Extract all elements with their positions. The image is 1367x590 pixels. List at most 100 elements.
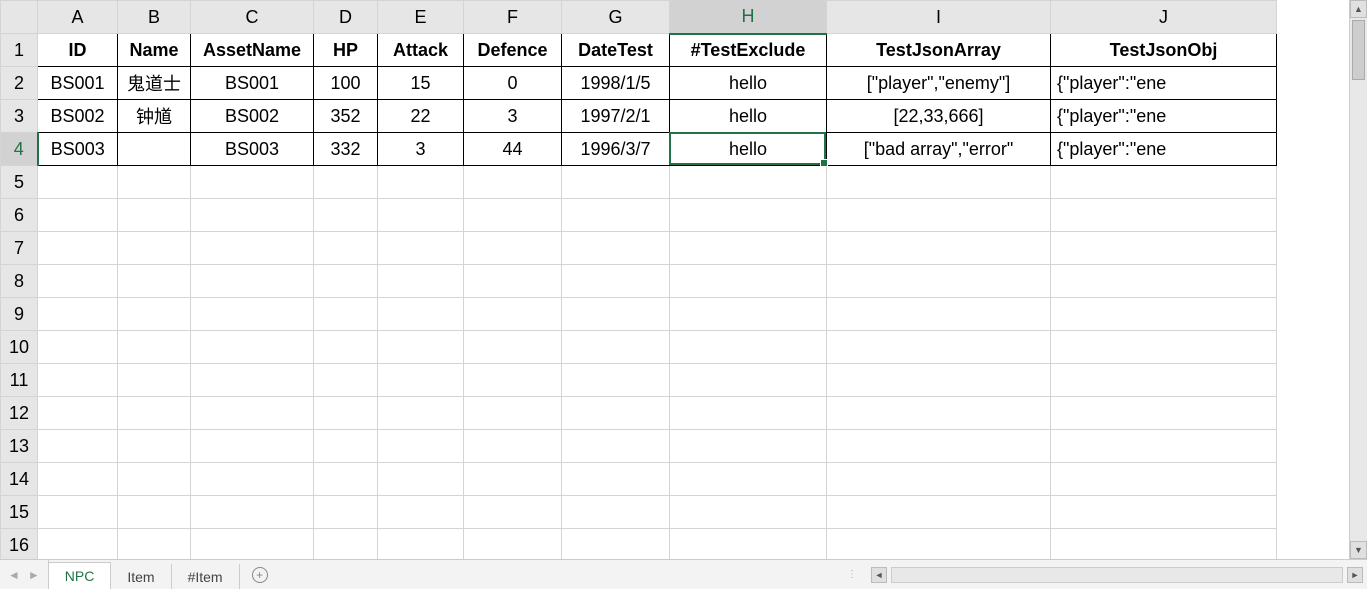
- cell-F11[interactable]: [464, 364, 562, 397]
- cell-C3[interactable]: BS002: [191, 100, 314, 133]
- cell-E16[interactable]: [378, 529, 464, 560]
- scroll-right-button[interactable]: ►: [1347, 567, 1363, 583]
- cell-I5[interactable]: [827, 166, 1051, 199]
- cell-B9[interactable]: [118, 298, 191, 331]
- cell-D5[interactable]: [314, 166, 378, 199]
- cell-E9[interactable]: [378, 298, 464, 331]
- cell-A9[interactable]: [38, 298, 118, 331]
- row-header-12[interactable]: 12: [1, 397, 38, 430]
- cell-E5[interactable]: [378, 166, 464, 199]
- cell-H10[interactable]: [670, 331, 827, 364]
- cell-H16[interactable]: [670, 529, 827, 560]
- cell-F2[interactable]: 0: [464, 67, 562, 100]
- cell-I15[interactable]: [827, 496, 1051, 529]
- cell-A11[interactable]: [38, 364, 118, 397]
- cell-D14[interactable]: [314, 463, 378, 496]
- vertical-scroll-track[interactable]: [1350, 18, 1367, 541]
- cell-E13[interactable]: [378, 430, 464, 463]
- cell-C11[interactable]: [191, 364, 314, 397]
- cell-H4[interactable]: hello: [670, 133, 827, 166]
- cell-J15[interactable]: [1051, 496, 1277, 529]
- cell-E1[interactable]: Attack: [378, 34, 464, 67]
- cell-G1[interactable]: DateTest: [562, 34, 670, 67]
- cell-B15[interactable]: [118, 496, 191, 529]
- cell-C2[interactable]: BS001: [191, 67, 314, 100]
- cell-J11[interactable]: [1051, 364, 1277, 397]
- cell-E15[interactable]: [378, 496, 464, 529]
- row-header-6[interactable]: 6: [1, 199, 38, 232]
- cell-H6[interactable]: [670, 199, 827, 232]
- cell-I2[interactable]: ["player","enemy"]: [827, 67, 1051, 100]
- column-header-B[interactable]: B: [118, 1, 191, 34]
- tab-nav-prev-icon[interactable]: ◄: [8, 568, 20, 582]
- cell-A5[interactable]: [38, 166, 118, 199]
- cell-I3[interactable]: [22,33,666]: [827, 100, 1051, 133]
- cell-E8[interactable]: [378, 265, 464, 298]
- add-sheet-button[interactable]: +: [240, 560, 280, 589]
- tab-scroll-divider[interactable]: ⋮: [839, 560, 867, 589]
- cell-D12[interactable]: [314, 397, 378, 430]
- row-header-1[interactable]: 1: [1, 34, 38, 67]
- cell-A6[interactable]: [38, 199, 118, 232]
- cell-F14[interactable]: [464, 463, 562, 496]
- cell-I11[interactable]: [827, 364, 1051, 397]
- row-header-5[interactable]: 5: [1, 166, 38, 199]
- cell-C15[interactable]: [191, 496, 314, 529]
- cell-D4[interactable]: 332: [314, 133, 378, 166]
- cell-C12[interactable]: [191, 397, 314, 430]
- cell-F15[interactable]: [464, 496, 562, 529]
- cell-A15[interactable]: [38, 496, 118, 529]
- sheet-tab-NPC[interactable]: NPC: [49, 562, 112, 590]
- cell-I9[interactable]: [827, 298, 1051, 331]
- cell-D1[interactable]: HP: [314, 34, 378, 67]
- sheet-tab-hash-Item[interactable]: #Item: [172, 564, 240, 589]
- cell-F5[interactable]: [464, 166, 562, 199]
- vertical-scrollbar[interactable]: ▲ ▼: [1349, 0, 1367, 559]
- cell-J1[interactable]: TestJsonObj: [1051, 34, 1277, 67]
- row-header-16[interactable]: 16: [1, 529, 38, 560]
- cell-D6[interactable]: [314, 199, 378, 232]
- cell-D11[interactable]: [314, 364, 378, 397]
- column-header-C[interactable]: C: [191, 1, 314, 34]
- cell-G5[interactable]: [562, 166, 670, 199]
- cell-E14[interactable]: [378, 463, 464, 496]
- cell-I4[interactable]: ["bad array","error": [827, 133, 1051, 166]
- cell-A13[interactable]: [38, 430, 118, 463]
- cell-D9[interactable]: [314, 298, 378, 331]
- cell-B5[interactable]: [118, 166, 191, 199]
- cell-J4[interactable]: {"player":"ene: [1051, 133, 1277, 166]
- cell-E6[interactable]: [378, 199, 464, 232]
- cell-J13[interactable]: [1051, 430, 1277, 463]
- row-header-11[interactable]: 11: [1, 364, 38, 397]
- cell-F7[interactable]: [464, 232, 562, 265]
- cell-E12[interactable]: [378, 397, 464, 430]
- cell-G16[interactable]: [562, 529, 670, 560]
- cell-J2[interactable]: {"player":"ene: [1051, 67, 1277, 100]
- scroll-up-button[interactable]: ▲: [1350, 0, 1367, 18]
- cell-H3[interactable]: hello: [670, 100, 827, 133]
- cell-E10[interactable]: [378, 331, 464, 364]
- cell-A12[interactable]: [38, 397, 118, 430]
- cell-I6[interactable]: [827, 199, 1051, 232]
- cell-H11[interactable]: [670, 364, 827, 397]
- cell-B14[interactable]: [118, 463, 191, 496]
- sheet-tab-Item[interactable]: Item: [111, 564, 171, 589]
- cell-F8[interactable]: [464, 265, 562, 298]
- cell-B1[interactable]: Name: [118, 34, 191, 67]
- cell-H1[interactable]: #TestExclude: [670, 34, 827, 67]
- row-header-3[interactable]: 3: [1, 100, 38, 133]
- cell-I14[interactable]: [827, 463, 1051, 496]
- cell-G13[interactable]: [562, 430, 670, 463]
- cell-E7[interactable]: [378, 232, 464, 265]
- cell-B12[interactable]: [118, 397, 191, 430]
- row-header-4[interactable]: 4: [1, 133, 38, 166]
- cell-D2[interactable]: 100: [314, 67, 378, 100]
- cell-I1[interactable]: TestJsonArray: [827, 34, 1051, 67]
- cell-J7[interactable]: [1051, 232, 1277, 265]
- cell-F12[interactable]: [464, 397, 562, 430]
- cell-C9[interactable]: [191, 298, 314, 331]
- cell-D8[interactable]: [314, 265, 378, 298]
- row-header-9[interactable]: 9: [1, 298, 38, 331]
- cell-B16[interactable]: [118, 529, 191, 560]
- cell-G8[interactable]: [562, 265, 670, 298]
